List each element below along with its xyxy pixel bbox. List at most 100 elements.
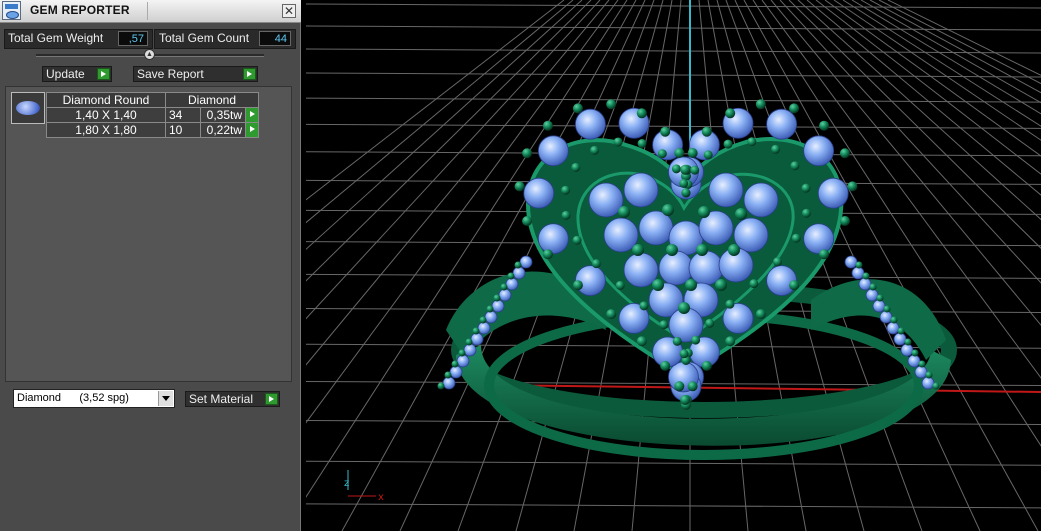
prong-bead (687, 147, 698, 158)
gizmo-z-label: z (344, 478, 349, 489)
table-row[interactable]: 1,40 X 1,40 34 0,35tw (46, 107, 259, 123)
gem-stone (574, 108, 606, 140)
prong-bead (869, 283, 877, 291)
gem-stone (456, 354, 470, 368)
gem-stone (803, 135, 835, 167)
prong-bead (772, 257, 782, 267)
prong-bead (911, 349, 919, 357)
prong-bead (801, 183, 811, 193)
prong-bead (679, 349, 689, 359)
gem-table-header: Diamond Round Diamond (46, 92, 259, 108)
gem-table: Diamond Round Diamond 1,40 X 1,40 34 0,3… (46, 92, 259, 138)
gem-stone (865, 288, 879, 302)
gem-stone (743, 182, 779, 218)
collapse-chevron-icon[interactable]: ▲ (144, 49, 155, 60)
gem-stone (491, 299, 505, 313)
material-select-value: Diamond (3,52 spg) (17, 392, 129, 404)
prong-bead (674, 381, 685, 392)
gem-stone (907, 354, 921, 368)
gem-reporter-panel: GEM REPORTER ✕ Total Gem Weight ,57 Tota… (0, 0, 301, 531)
gem-stone (574, 265, 606, 297)
prong-bead (925, 371, 933, 379)
gem-count-cell: 34 (165, 107, 201, 123)
chevron-down-icon[interactable] (158, 391, 173, 406)
update-button[interactable]: Update (42, 66, 112, 82)
prong-bead (657, 149, 667, 159)
table-row[interactable]: 1,80 X 1,80 10 0,22tw (46, 122, 259, 138)
gem-stone (872, 299, 886, 313)
prong-bead (883, 305, 891, 313)
grid-line (869, 0, 1041, 94)
gem-stone (851, 266, 865, 280)
prong-bead (747, 137, 757, 147)
axis-gizmo: z x (344, 470, 384, 503)
prong-bead (932, 382, 940, 390)
gem-material-header: Diamond (165, 92, 259, 108)
prong-bead (572, 280, 583, 291)
prong-bead (680, 394, 691, 405)
prong-bead (701, 360, 712, 371)
prong-bead (789, 280, 800, 291)
diamond-round-thumbnail-icon[interactable] (11, 92, 45, 124)
prong-bead (618, 206, 630, 218)
gem-stone (512, 266, 526, 280)
set-material-button-label: Set Material (189, 392, 254, 406)
prong-bead (606, 99, 617, 110)
prong-bead (590, 145, 600, 155)
save-report-button-label: Save Report (137, 67, 204, 81)
set-material-button[interactable]: Set Material (185, 391, 280, 407)
grid-line (887, 0, 1041, 76)
prong-bead (437, 382, 445, 390)
prong-bead (571, 162, 581, 172)
viewport-scene[interactable]: z x (306, 0, 1041, 531)
gem-stone (505, 277, 519, 291)
gem-stone (588, 182, 624, 218)
prong-bead (666, 244, 678, 256)
select-row-arrow-icon[interactable] (245, 122, 259, 138)
prong-bead (819, 249, 830, 260)
prong-bead (703, 150, 713, 160)
gem-stone (893, 332, 907, 346)
grid-line (306, 97, 1041, 103)
title-bar[interactable]: GEM REPORTER ✕ (0, 0, 301, 23)
prong-bead (680, 164, 691, 175)
select-row-arrow-icon[interactable] (245, 107, 259, 123)
prong-bead (749, 279, 759, 289)
prong-bead (897, 327, 905, 335)
prong-bead (698, 206, 710, 218)
prong-bead (725, 108, 736, 119)
gem-stone (886, 321, 900, 335)
close-icon[interactable]: ✕ (282, 4, 296, 18)
gem-stone (900, 343, 914, 357)
play-arrow-icon (243, 68, 256, 80)
3d-viewport[interactable]: z x (306, 0, 1041, 531)
prong-bead (660, 360, 671, 371)
material-select[interactable]: Diamond (3,52 spg) (13, 389, 175, 408)
gem-weight-cell: 0,22tw (200, 122, 246, 138)
gem-stone (766, 108, 798, 140)
total-gem-count-label: Total Gem Count (159, 31, 250, 45)
gem-stone (477, 321, 491, 335)
prong-bead (672, 336, 682, 346)
prong-bead (652, 279, 664, 291)
prong-bead (662, 204, 674, 216)
save-report-button[interactable]: Save Report (133, 66, 258, 82)
prong-bead (615, 280, 625, 290)
prong-bead (613, 137, 623, 147)
prong-bead (671, 164, 681, 174)
prong-bead (685, 279, 697, 291)
prong-bead (847, 181, 858, 192)
prong-bead (542, 249, 553, 260)
grid-line (306, 0, 583, 250)
prong-bead (486, 305, 494, 313)
prong-bead (679, 179, 689, 189)
prong-bead (690, 165, 700, 175)
play-arrow-icon (265, 393, 278, 405)
gem-stone (914, 365, 928, 379)
gem-stone (537, 135, 569, 167)
prong-bead (572, 103, 583, 114)
prong-bead (855, 261, 863, 269)
play-arrow-icon (97, 68, 110, 80)
gem-stone (484, 310, 498, 324)
prong-bead (542, 120, 553, 131)
